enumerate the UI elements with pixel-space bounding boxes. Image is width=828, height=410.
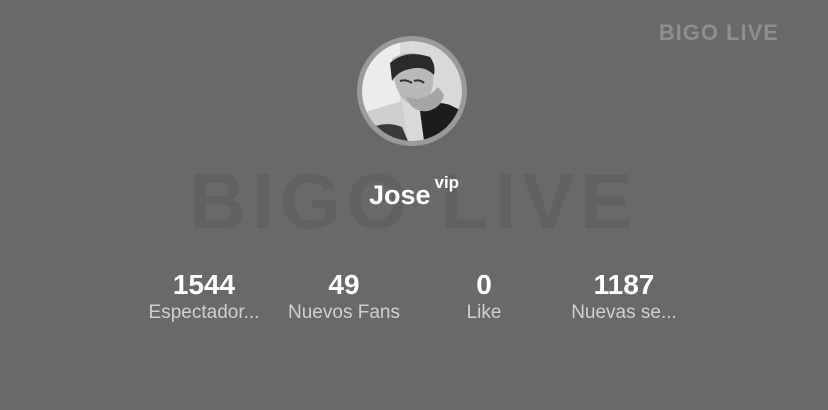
user-avatar-photo-icon <box>362 41 462 141</box>
stat-label: Like <box>466 302 502 323</box>
stat-label: Nuevos Fans <box>288 302 400 323</box>
stat-viewers: 1544 Espectador... <box>129 268 279 324</box>
stat-value: 0 <box>476 269 492 300</box>
bigo-live-logo: BIGO LIVE <box>658 20 779 45</box>
stat-new-followers: 1187 Nuevas se... <box>549 268 699 324</box>
vip-badge: vip <box>434 172 460 192</box>
stat-value: 49 <box>328 269 360 300</box>
profile-name: Jose <box>368 180 431 210</box>
profile-name-row: Jose vip <box>0 173 828 211</box>
stat-value: 1187 <box>593 269 655 300</box>
stat-label: Nuevas se... <box>571 302 677 323</box>
avatar[interactable] <box>357 36 467 146</box>
stat-value: 1544 <box>172 269 236 300</box>
stat-likes: 0 Like <box>409 268 559 324</box>
stat-label: Espectador... <box>148 302 260 323</box>
stat-new-fans: 49 Nuevos Fans <box>269 268 419 324</box>
